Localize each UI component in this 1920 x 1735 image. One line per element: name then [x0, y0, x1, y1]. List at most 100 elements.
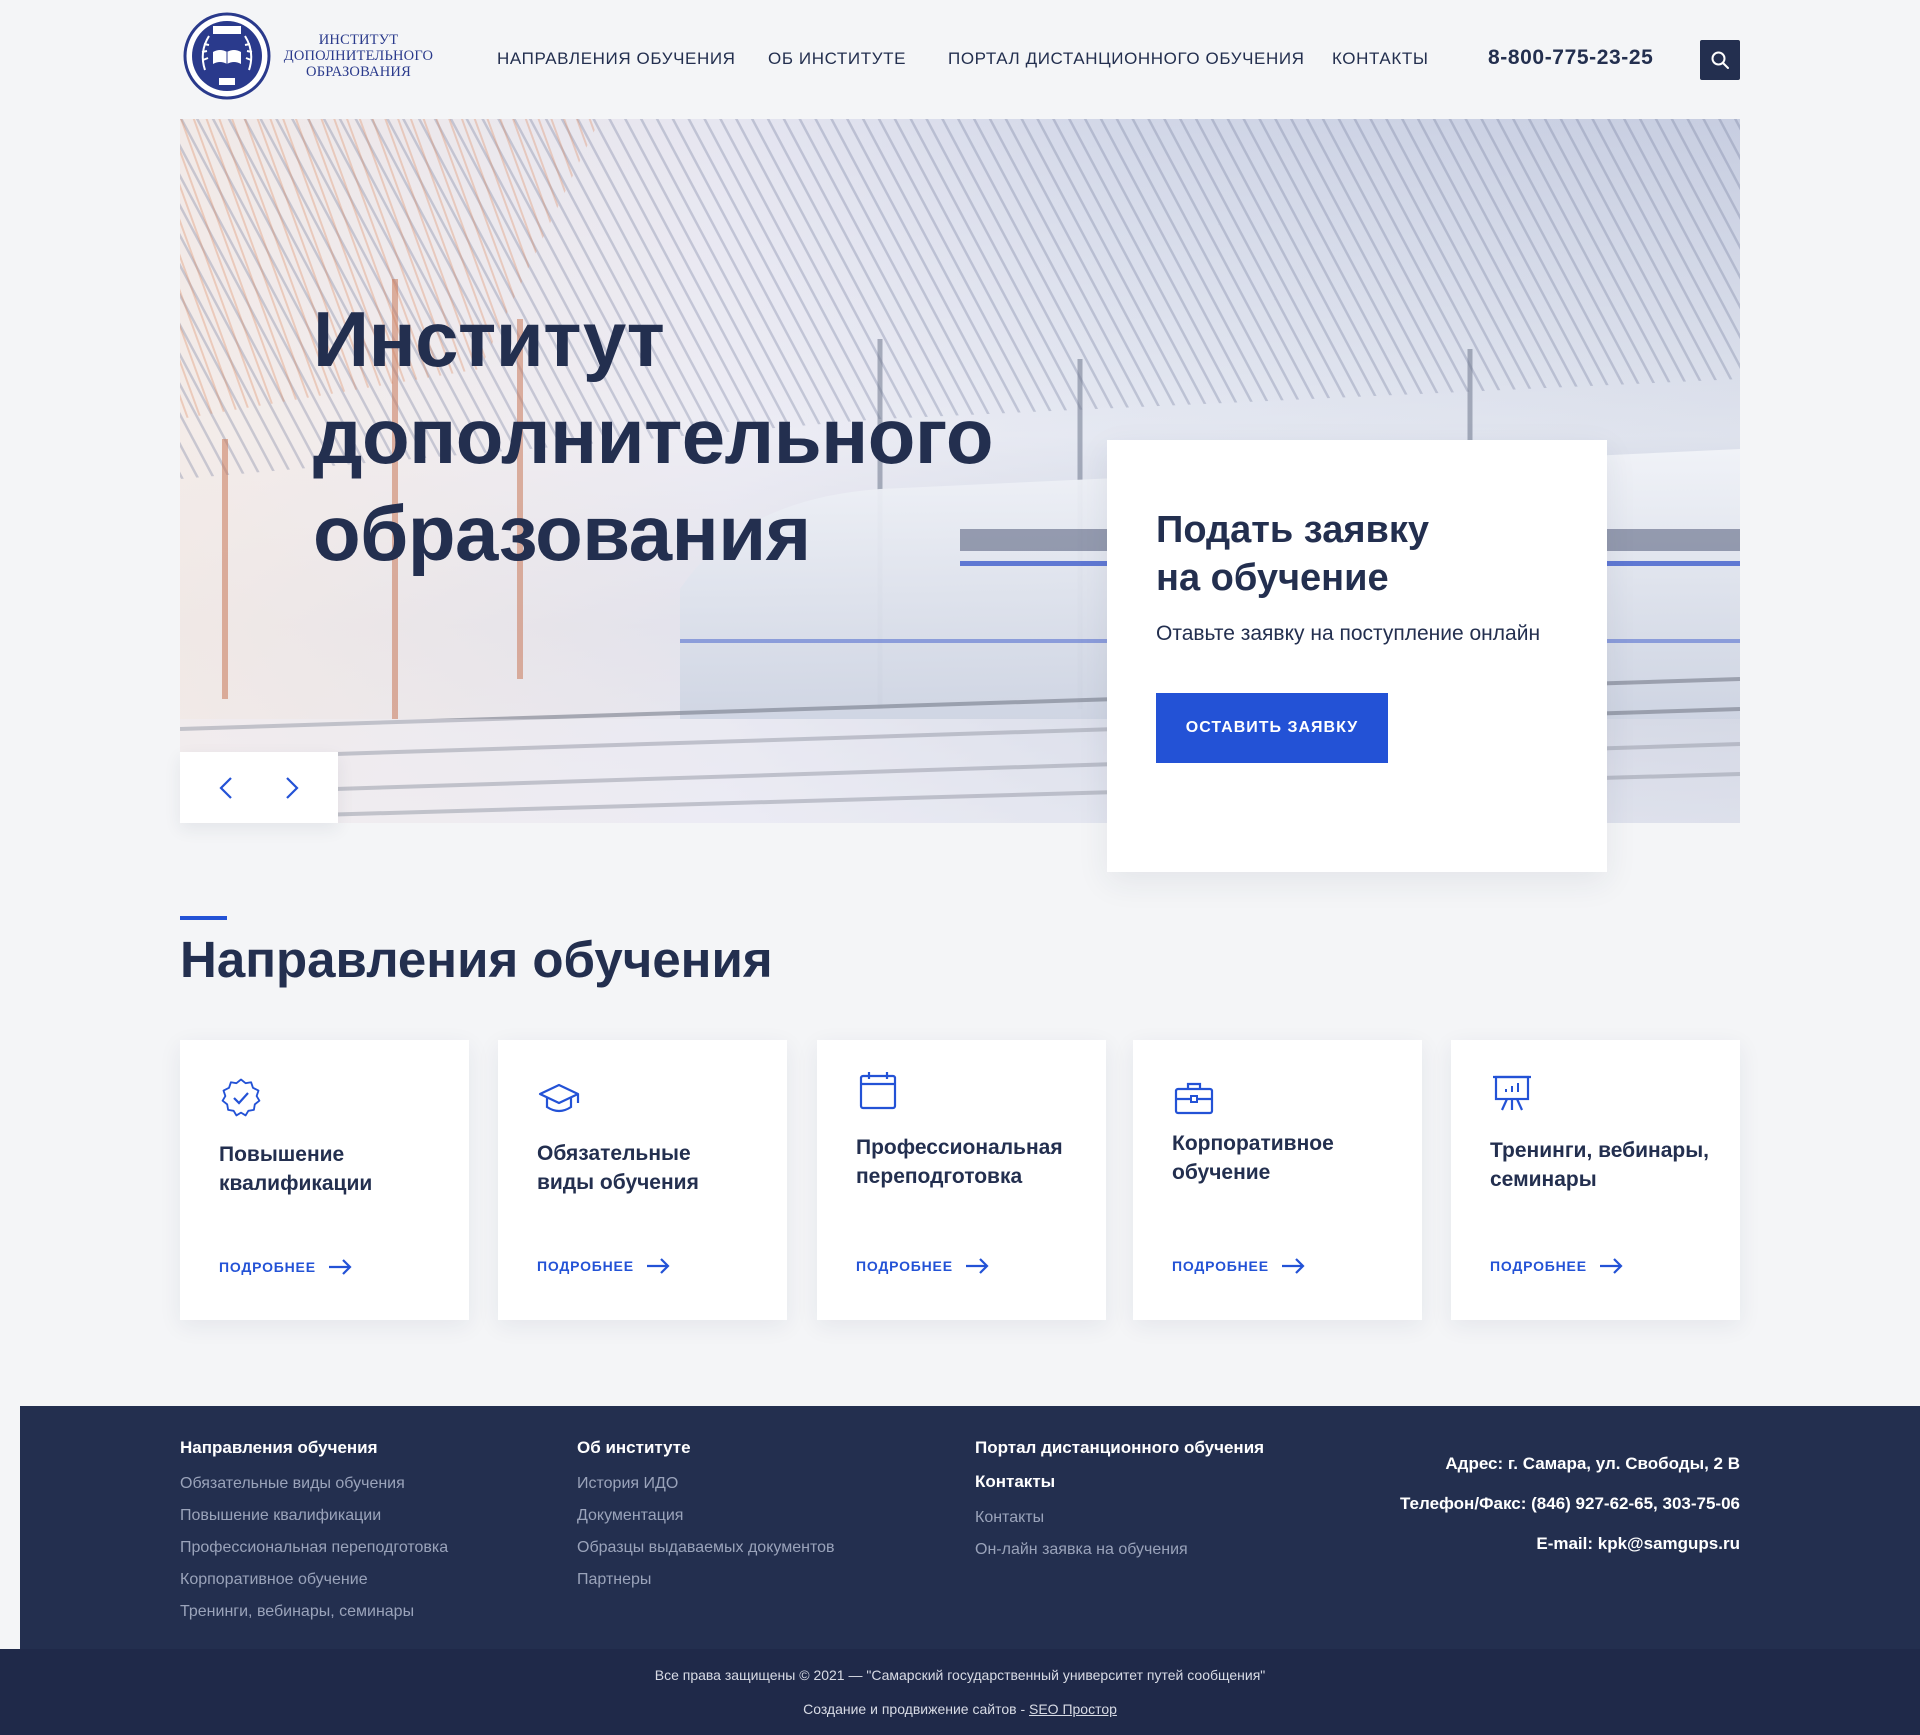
direction-card-title-line: виды обучения	[537, 1171, 699, 1194]
logo-seal-icon	[183, 12, 271, 100]
footer-link[interactable]: Обязательные виды обучения	[180, 1468, 448, 1500]
nav-distance-portal[interactable]: ПОРТАЛ ДИСТАНЦИОННОГО ОБУЧЕНИЯ	[948, 49, 1305, 69]
slider-controls	[180, 752, 338, 823]
more-link-label: ПОДРОБНЕЕ	[1172, 1258, 1269, 1274]
presentation-icon	[1493, 1075, 1531, 1111]
arrow-right-icon	[1599, 1258, 1623, 1274]
direction-card[interactable]: Профессиональная переподготовка ПОДРОБНЕ…	[817, 1040, 1106, 1320]
direction-card[interactable]: Тренинги, вебинары, семинары ПОДРОБНЕЕ	[1451, 1040, 1740, 1320]
footer-link[interactable]: Образцы выдаваемых документов	[577, 1532, 834, 1564]
section-accent-line	[180, 916, 227, 920]
site-footer: Направления обучения Обязательные виды о…	[20, 1406, 1920, 1649]
hero-title-line: Институт	[313, 295, 665, 383]
footer-col-title[interactable]: Портал дистанционного обучения	[975, 1438, 1264, 1458]
direction-card-title-line: Корпоративное	[1172, 1132, 1334, 1155]
more-link[interactable]: ПОДРОБНЕЕ	[537, 1258, 670, 1274]
footer-phone[interactable]: Телефон/Факс: (846) 927-62-65, 303-75-06	[1400, 1484, 1740, 1524]
apply-subtitle: Отавьте заявку на поступление онлайн	[1156, 622, 1541, 645]
logo-text-line: ДОПОЛНИТЕЛЬНОГО	[283, 48, 434, 64]
slider-next-button[interactable]	[277, 773, 307, 803]
nav-directions[interactable]: НАПРАВЛЕНИЯ ОБУЧЕНИЯ	[497, 49, 736, 69]
footer-col-portal: Портал дистанционного обучения Контакты …	[975, 1438, 1264, 1566]
apply-card: Подать заявку на обучение Отавьте заявку…	[1107, 440, 1607, 872]
arrow-right-icon	[965, 1258, 989, 1274]
arrow-right-icon	[646, 1258, 670, 1274]
footer-link[interactable]: Документация	[577, 1500, 834, 1532]
more-link-label: ПОДРОБНЕЕ	[856, 1258, 953, 1274]
hero-title-line: дополнительного	[313, 392, 994, 480]
direction-card-title: Тренинги, вебинары, семинары	[1490, 1136, 1730, 1194]
direction-card-title: Обязательные виды обучения	[537, 1139, 777, 1197]
site-header: ИНСТИТУТ ДОПОЛНИТЕЛЬНОГО ОБРАЗОВАНИЯ НАП…	[0, 0, 1920, 119]
briefcase-icon	[1174, 1082, 1214, 1115]
more-link-label: ПОДРОБНЕЕ	[1490, 1258, 1587, 1274]
slider-prev-button[interactable]	[211, 773, 241, 803]
direction-card-title-line: обучение	[1172, 1161, 1271, 1184]
apply-title-line: на обучение	[1156, 557, 1389, 599]
footer-address: Адрес: г. Самара, ул. Свободы, 2 В	[1445, 1454, 1740, 1473]
direction-card-title-line: семинары	[1490, 1168, 1597, 1191]
direction-card-title-line: квалификации	[219, 1172, 373, 1195]
footer-col-title[interactable]: Об институте	[577, 1438, 834, 1458]
more-link-label: ПОДРОБНЕЕ	[537, 1258, 634, 1274]
direction-card-title-line: Повышение	[219, 1143, 345, 1166]
more-link[interactable]: ПОДРОБНЕЕ	[1172, 1258, 1305, 1274]
footer-link[interactable]: Тренинги, вебинары, семинары	[180, 1596, 448, 1628]
footer-link[interactable]: Контакты	[975, 1502, 1264, 1534]
footer-col-directions: Направления обучения Обязательные виды о…	[180, 1438, 448, 1628]
footer-contacts: Адрес: г. Самара, ул. Свободы, 2 В Телеф…	[1400, 1444, 1740, 1564]
footer-link[interactable]: Партнеры	[577, 1564, 834, 1596]
arrow-right-icon	[1281, 1258, 1305, 1274]
direction-card[interactable]: Повышение квалификации ПОДРОБНЕЕ	[180, 1040, 469, 1320]
arrow-right-icon	[328, 1259, 352, 1275]
calendar-icon	[859, 1072, 897, 1110]
credit-text: Создание и продвижение сайтов - SEO Прос…	[0, 1692, 1920, 1726]
site-logo[interactable]: ИНСТИТУТ ДОПОЛНИТЕЛЬНОГО ОБРАЗОВАНИЯ	[183, 12, 453, 100]
footer-col-about: Об институте История ИДО Документация Об…	[577, 1438, 834, 1596]
direction-card-title: Корпоративное обучение	[1172, 1129, 1412, 1187]
logo-text: ИНСТИТУТ ДОПОЛНИТЕЛЬНОГО ОБРАЗОВАНИЯ	[281, 32, 436, 80]
direction-card-title-line: переподготовка	[856, 1165, 1023, 1188]
footer-link[interactable]: Профессиональная переподготовка	[180, 1532, 448, 1564]
direction-card-title-line: Тренинги, вебинары,	[1490, 1139, 1710, 1162]
hero-title: Институт дополнительного образования	[313, 291, 1073, 582]
direction-card-title-line: Обязательные	[537, 1142, 691, 1165]
graduation-cap-icon	[538, 1083, 580, 1113]
search-button[interactable]	[1700, 40, 1740, 80]
direction-card[interactable]: Обязательные виды обучения ПОДРОБНЕЕ	[498, 1040, 787, 1320]
direction-card-title: Профессиональная переподготовка	[856, 1133, 1096, 1191]
directions-cards: Повышение квалификации ПОДРОБНЕЕ Обязате…	[180, 1040, 1740, 1320]
footer-col-title[interactable]: Контакты	[975, 1472, 1264, 1492]
credit-prefix: Создание и продвижение сайтов -	[803, 1701, 1029, 1717]
apply-title-line: Подать заявку	[1156, 509, 1430, 551]
hero-title-line: образования	[313, 489, 811, 577]
direction-card-title-line: Профессиональная	[856, 1136, 1063, 1159]
search-icon	[1711, 51, 1729, 69]
chevron-left-icon	[219, 776, 232, 799]
footer-link[interactable]: История ИДО	[577, 1468, 834, 1500]
nav-contacts[interactable]: КОНТАКТЫ	[1332, 49, 1429, 69]
nav-about[interactable]: ОБ ИНСТИТУТЕ	[768, 49, 906, 69]
credit-link[interactable]: SEO Простор	[1029, 1701, 1117, 1717]
more-link[interactable]: ПОДРОБНЕЕ	[1490, 1258, 1623, 1274]
bottom-bar: Все права защищены © 2021 — "Самарский г…	[0, 1649, 1920, 1735]
direction-card-title: Повышение квалификации	[219, 1140, 459, 1198]
more-link-label: ПОДРОБНЕЕ	[219, 1259, 316, 1275]
footer-link[interactable]: Корпоративное обучение	[180, 1564, 448, 1596]
chevron-right-icon	[286, 776, 299, 799]
logo-text-line: ОБРАЗОВАНИЯ	[306, 64, 411, 80]
copyright-text: Все права защищены © 2021 — "Самарский г…	[654, 1667, 1266, 1683]
section-title: Направления обучения	[180, 931, 773, 988]
footer-link[interactable]: Он-лайн заявка на обучения	[975, 1534, 1264, 1566]
badge-check-icon	[221, 1078, 261, 1117]
direction-card[interactable]: Корпоративное обучение ПОДРОБНЕЕ	[1133, 1040, 1422, 1320]
more-link[interactable]: ПОДРОБНЕЕ	[219, 1259, 352, 1275]
apply-title: Подать заявку на обучение	[1156, 506, 1557, 602]
header-phone[interactable]: 8-800-775-23-25	[1488, 46, 1653, 70]
more-link[interactable]: ПОДРОБНЕЕ	[856, 1258, 989, 1274]
footer-email[interactable]: E-mail: kpk@samgups.ru	[1400, 1524, 1740, 1564]
logo-text-line: ИНСТИТУТ	[318, 32, 399, 48]
footer-link[interactable]: Повышение квалификации	[180, 1500, 448, 1532]
apply-button[interactable]: ОСТАВИТЬ ЗАЯВКУ	[1156, 693, 1388, 763]
footer-col-title[interactable]: Направления обучения	[180, 1438, 448, 1458]
